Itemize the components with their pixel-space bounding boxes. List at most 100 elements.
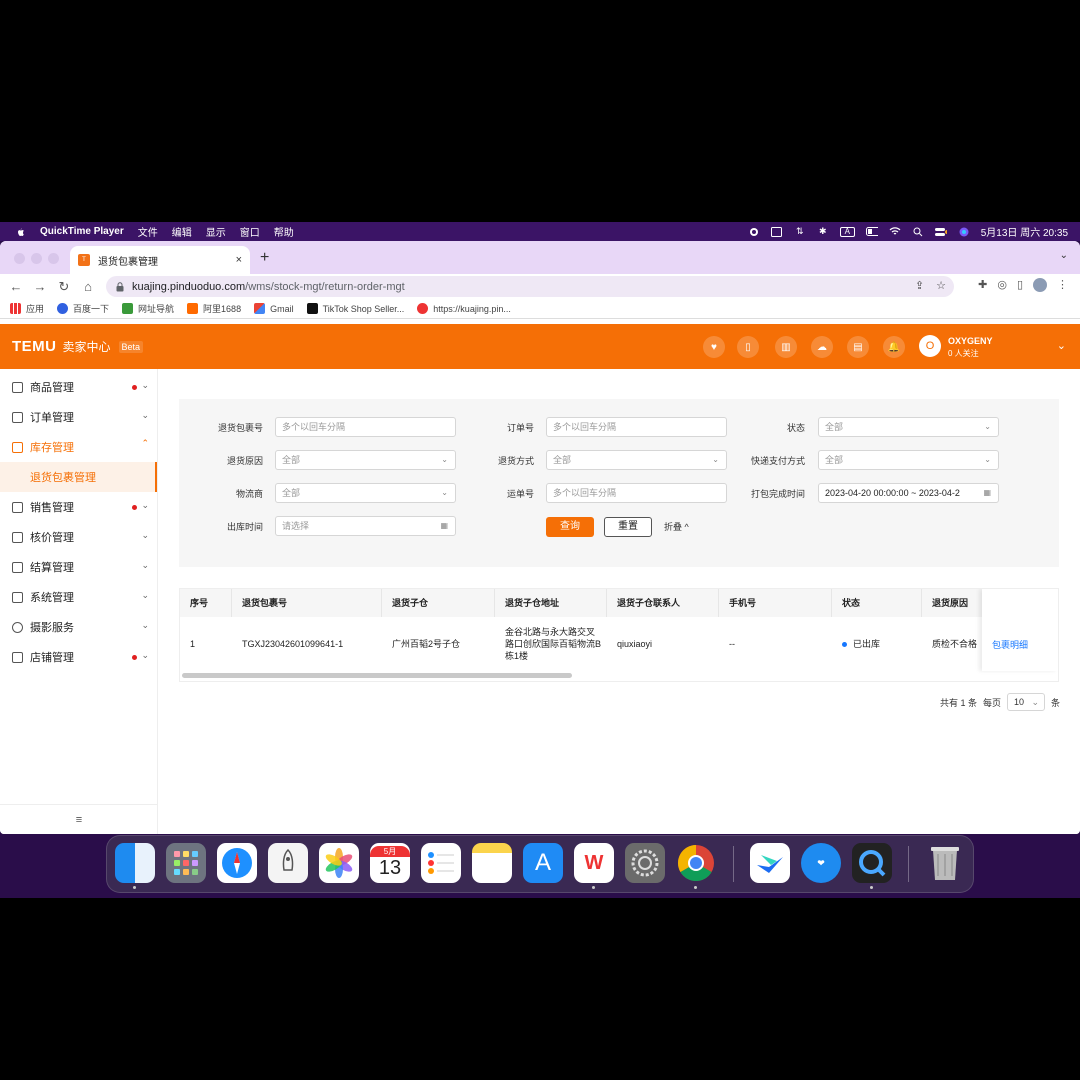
photos-icon[interactable]: [319, 843, 359, 883]
return-reason-select[interactable]: 全部 ⌄: [275, 450, 456, 470]
fold-toggle[interactable]: 折叠 ^: [664, 520, 689, 533]
browser-tab[interactable]: T 退货包裹管理 ×: [70, 246, 250, 274]
return-package-no-input[interactable]: 多个以回车分隔: [275, 417, 456, 437]
system-settings-icon[interactable]: [625, 843, 665, 883]
chat-icon[interactable]: ☁: [811, 336, 833, 358]
address-bar[interactable]: kuajing.pinduoduo.com/wms/stock-mgt/retu…: [106, 276, 954, 297]
trash-icon[interactable]: [925, 843, 965, 883]
package-detail-link[interactable]: 包裹明细: [982, 617, 1058, 671]
bluetooth-icon[interactable]: ✱: [817, 226, 829, 237]
tab-close-icon[interactable]: ×: [236, 254, 242, 266]
user-name[interactable]: OXYGENY: [948, 336, 993, 346]
pack-complete-date-range[interactable]: 2023-04-20 00:00:00 ~ 2023-04-2 ▦: [818, 483, 999, 503]
rocket-app-icon[interactable]: [268, 843, 308, 883]
sidebar-item-orders[interactable]: 订单管理 ⌄: [0, 402, 157, 432]
table-horizontal-scrollbar[interactable]: [182, 673, 572, 678]
bookmark-gmail[interactable]: Gmail: [254, 303, 294, 314]
menu-dots-icon[interactable]: ⋮: [1057, 278, 1068, 292]
chevron-down-icon[interactable]: ⌄: [1057, 339, 1066, 352]
wps-office-icon[interactable]: W: [574, 843, 614, 883]
battery-icon[interactable]: [865, 227, 878, 237]
tab-search-icon[interactable]: ⌄: [1060, 250, 1068, 261]
new-tab-button[interactable]: +: [260, 249, 269, 267]
temu-logo[interactable]: TEMU: [12, 338, 57, 355]
bookmark-apps[interactable]: 应用: [10, 302, 44, 315]
document-icon[interactable]: ▤: [847, 336, 869, 358]
network-icon[interactable]: ⇅: [794, 226, 806, 237]
sidebar-item-store[interactable]: 店铺管理 ⌄: [0, 642, 157, 672]
reload-icon[interactable]: ↻: [52, 279, 76, 295]
sidebar-item-inventory[interactable]: 库存管理 ⌃: [0, 432, 157, 462]
finder-icon[interactable]: [115, 843, 155, 883]
bookmark-tiktok[interactable]: TikTok Shop Seller...: [306, 303, 404, 314]
extension-icon[interactable]: ◎: [997, 278, 1007, 292]
safari-icon[interactable]: [217, 843, 257, 883]
bookmark-kuajing[interactable]: https://kuajing.pin...: [417, 303, 511, 314]
bookmark-star-icon[interactable]: ☆: [936, 279, 946, 292]
order-no-input[interactable]: 多个以回车分隔: [546, 417, 727, 437]
forward-icon[interactable]: →: [28, 279, 52, 294]
chrome-icon[interactable]: [676, 843, 716, 883]
bookmark-1688[interactable]: 阿里1688: [187, 302, 241, 315]
siri-icon[interactable]: [958, 227, 970, 237]
heart-handshake-icon[interactable]: ♥: [703, 336, 725, 358]
app-store-icon[interactable]: A: [523, 843, 563, 883]
carrier-select[interactable]: 全部 ⌄: [275, 483, 456, 503]
waybill-no-input[interactable]: 多个以回车分隔: [546, 483, 727, 503]
store-avatar[interactable]: O: [919, 335, 941, 357]
menu-app-name[interactable]: QuickTime Player: [40, 226, 124, 237]
home-icon[interactable]: ⌂: [76, 279, 100, 294]
search-icon[interactable]: [912, 227, 924, 237]
apple-icon[interactable]: [14, 226, 26, 238]
window-close-icon[interactable]: [14, 253, 25, 264]
sidebar-item-products[interactable]: 商品管理 ⌄: [0, 372, 157, 402]
calendar-icon[interactable]: 5月 13: [370, 843, 410, 883]
window-zoom-icon[interactable]: [48, 253, 59, 264]
menu-view[interactable]: 显示: [206, 224, 226, 239]
lark-icon[interactable]: [750, 843, 790, 883]
wifi-icon[interactable]: [889, 227, 901, 237]
tablet-icon[interactable]: ▯: [737, 336, 759, 358]
messenger-icon[interactable]: ❤: [801, 843, 841, 883]
sidebar-item-settlement[interactable]: 结算管理 ⌄: [0, 552, 157, 582]
return-method-select[interactable]: 全部 ⌄: [546, 450, 727, 470]
express-payment-select[interactable]: 全部 ⌄: [818, 450, 999, 470]
back-icon[interactable]: ←: [4, 279, 28, 294]
sidebar-item-photography[interactable]: 摄影服务 ⌄: [0, 612, 157, 642]
control-center-icon[interactable]: [934, 227, 947, 237]
query-button[interactable]: 查询: [546, 517, 594, 537]
reset-button[interactable]: 重置: [604, 517, 652, 537]
sidebar-collapse-icon[interactable]: ≡: [0, 804, 158, 834]
extensions-icon[interactable]: ✚: [978, 278, 987, 292]
book-icon[interactable]: ▥: [775, 336, 797, 358]
menu-window[interactable]: 窗口: [240, 224, 260, 239]
share-icon[interactable]: ⇪: [915, 279, 924, 292]
outbound-time-picker[interactable]: 请选择 ▦: [275, 516, 456, 536]
notification-dot: [132, 655, 137, 660]
sidebar-item-sales[interactable]: 销售管理 ⌄: [0, 492, 157, 522]
quicktime-icon[interactable]: [852, 843, 892, 883]
record-icon[interactable]: [748, 227, 760, 237]
bookmark-baidu[interactable]: 百度一下: [57, 302, 109, 315]
reminders-icon[interactable]: [421, 843, 461, 883]
input-method-icon[interactable]: A: [839, 226, 855, 237]
wps-icon[interactable]: [771, 226, 783, 237]
sidebar-item-system[interactable]: 系统管理 ⌄: [0, 582, 157, 612]
lock-icon[interactable]: [116, 281, 124, 292]
page-size-select[interactable]: 10 ⌄: [1006, 693, 1045, 711]
window-minimize-icon[interactable]: [31, 253, 42, 264]
sidebar-item-pricing[interactable]: 核价管理 ⌄: [0, 522, 157, 552]
menu-help[interactable]: 帮助: [274, 224, 294, 239]
side-panel-icon[interactable]: ▯: [1017, 278, 1023, 292]
bookmark-nav[interactable]: 网址导航: [122, 302, 174, 315]
menu-file[interactable]: 文件: [138, 224, 158, 239]
notes-icon[interactable]: [472, 843, 512, 883]
nav-site-icon: [122, 303, 134, 314]
profile-avatar-icon[interactable]: [1033, 278, 1047, 292]
menubar-clock[interactable]: 5月13日 周六 20:35: [981, 224, 1068, 239]
bell-icon[interactable]: 🔔: [883, 336, 905, 358]
menu-edit[interactable]: 编辑: [172, 224, 192, 239]
sidebar-subitem-return-packages[interactable]: 退货包裹管理: [0, 462, 157, 492]
launchpad-icon[interactable]: [166, 843, 206, 883]
status-select[interactable]: 全部 ⌄: [818, 417, 999, 437]
